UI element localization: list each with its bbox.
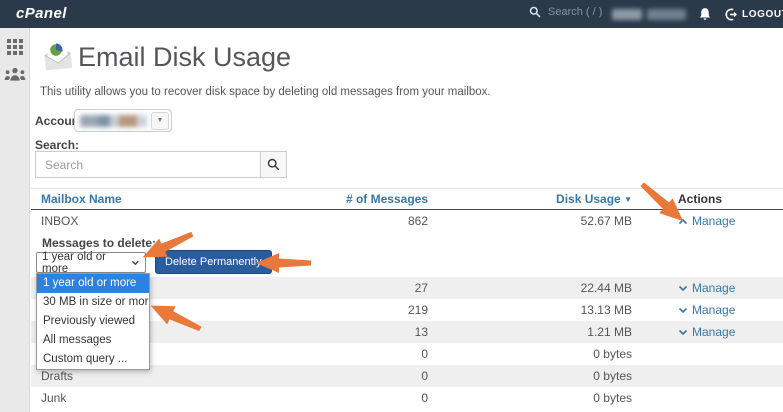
- mailbox-name-cell: Junk: [41, 391, 288, 405]
- mailbox-name-cell: INBOX: [41, 214, 288, 228]
- actions-cell: Manage: [632, 303, 783, 318]
- disk-usage-cell: 0 bytes: [428, 369, 632, 383]
- actions-cell: Manage: [632, 325, 783, 340]
- mailbox-search-label: Search:: [35, 138, 79, 152]
- chevron-down-icon: [678, 285, 688, 292]
- mailbox-search-button[interactable]: [260, 151, 287, 178]
- delete-permanently-button[interactable]: Delete Permanently: [155, 250, 272, 274]
- mailbox-search-group: [35, 151, 287, 178]
- actions-cell: Manage: [632, 214, 783, 229]
- manage-link[interactable]: Manage: [678, 325, 735, 339]
- message-count-cell: 0: [288, 391, 428, 405]
- top-navigation-bar: cPanel Search ( / ) LOGOUT: [0, 0, 783, 28]
- column-header-mailbox-name[interactable]: Mailbox Name: [41, 192, 288, 206]
- chevron-down-icon: [131, 260, 140, 266]
- account-select[interactable]: ▼: [74, 109, 172, 132]
- message-count-cell: 862: [288, 214, 428, 228]
- page-title: Email Disk Usage: [78, 42, 291, 73]
- message-count-cell: 219: [288, 303, 428, 317]
- disk-usage-cell: 52.67 MB: [428, 214, 632, 228]
- logout-button[interactable]: LOGOUT: [725, 8, 783, 21]
- manage-label: Manage: [692, 325, 735, 339]
- messages-to-delete-label: Messages to delete:: [42, 236, 156, 250]
- table-row: Junk00 bytes: [31, 387, 783, 409]
- sort-descending-icon: ▼: [624, 195, 632, 204]
- table-body: INBOX86252.67 MB Manage Messages to delet…: [31, 210, 783, 409]
- chevron-down-icon: [678, 329, 688, 336]
- table-header-row: Mailbox Name # of Messages Disk Usage ▼ …: [31, 188, 783, 210]
- global-search-placeholder: Search ( / ): [548, 6, 602, 18]
- disk-usage-cell: 0 bytes: [428, 391, 632, 405]
- disk-usage-cell: 1.21 MB: [428, 325, 632, 339]
- redacted-text-block: [647, 9, 686, 20]
- message-count-cell: 0: [288, 369, 428, 383]
- manage-label: Manage: [692, 214, 735, 228]
- left-sidebar: [0, 28, 30, 412]
- email-disk-usage-icon: [41, 41, 75, 73]
- mailbox-table: Mailbox Name # of Messages Disk Usage ▼ …: [31, 188, 783, 409]
- mailbox-search-input[interactable]: [35, 151, 260, 178]
- manage-label: Manage: [692, 303, 735, 317]
- column-header-messages[interactable]: # of Messages: [288, 192, 428, 206]
- redacted-text-block: [612, 9, 642, 20]
- dropdown-option[interactable]: 1 year old or more: [37, 274, 149, 293]
- account-menu-redacted[interactable]: [612, 9, 686, 20]
- table-row: INBOX86252.67 MB Manage: [31, 210, 783, 232]
- messages-to-delete-dropdown: 1 year old or more30 MB in size or moreP…: [36, 273, 150, 370]
- column-header-actions: Actions: [632, 192, 783, 206]
- select-current-value: 1 year old or more: [42, 251, 131, 275]
- chevron-down-icon: ▼: [151, 112, 169, 130]
- logout-label: LOGOUT: [742, 9, 783, 20]
- redacted-account-value: [80, 115, 148, 127]
- cpanel-email-disk-usage-screen: cPanel Search ( / ) LOGOUT: [0, 0, 783, 412]
- page-description: This utility allows you to recover disk …: [40, 86, 491, 98]
- disk-usage-cell: 22.44 MB: [428, 281, 632, 295]
- dropdown-option[interactable]: 30 MB in size or more: [37, 293, 149, 312]
- chevron-up-icon: [678, 218, 688, 225]
- disk-usage-cell: 0 bytes: [428, 347, 632, 361]
- logout-icon: [725, 8, 738, 21]
- disk-usage-cell: 13.13 MB: [428, 303, 632, 317]
- search-icon: [267, 158, 280, 171]
- search-icon: [529, 6, 541, 18]
- notifications-bell-icon[interactable]: [698, 7, 712, 26]
- message-count-cell: 27: [288, 281, 428, 295]
- dropdown-option[interactable]: Custom query ...: [37, 350, 149, 369]
- user-groups-icon[interactable]: [4, 67, 26, 82]
- manage-link[interactable]: Manage: [678, 214, 735, 228]
- manage-link[interactable]: Manage: [678, 303, 735, 317]
- message-count-cell: 0: [288, 347, 428, 361]
- dropdown-option[interactable]: All messages: [37, 331, 149, 350]
- manage-label: Manage: [692, 281, 735, 295]
- message-count-cell: 13: [288, 325, 428, 339]
- dropdown-option[interactable]: Previously viewed: [37, 312, 149, 331]
- manage-link[interactable]: Manage: [678, 281, 735, 295]
- mailbox-name-cell: Drafts: [41, 369, 288, 383]
- cpanel-logo[interactable]: cPanel: [16, 5, 67, 22]
- messages-to-delete-select[interactable]: 1 year old or more: [36, 252, 146, 273]
- actions-cell: Manage: [632, 281, 783, 296]
- chevron-down-icon: [678, 307, 688, 314]
- global-search-trigger[interactable]: Search ( / ): [529, 6, 602, 18]
- column-header-disk-usage[interactable]: Disk Usage ▼: [428, 192, 632, 206]
- inbox-manage-panel: Messages to delete: 1 year old or more D…: [31, 232, 783, 277]
- apps-grid-icon[interactable]: [7, 39, 23, 55]
